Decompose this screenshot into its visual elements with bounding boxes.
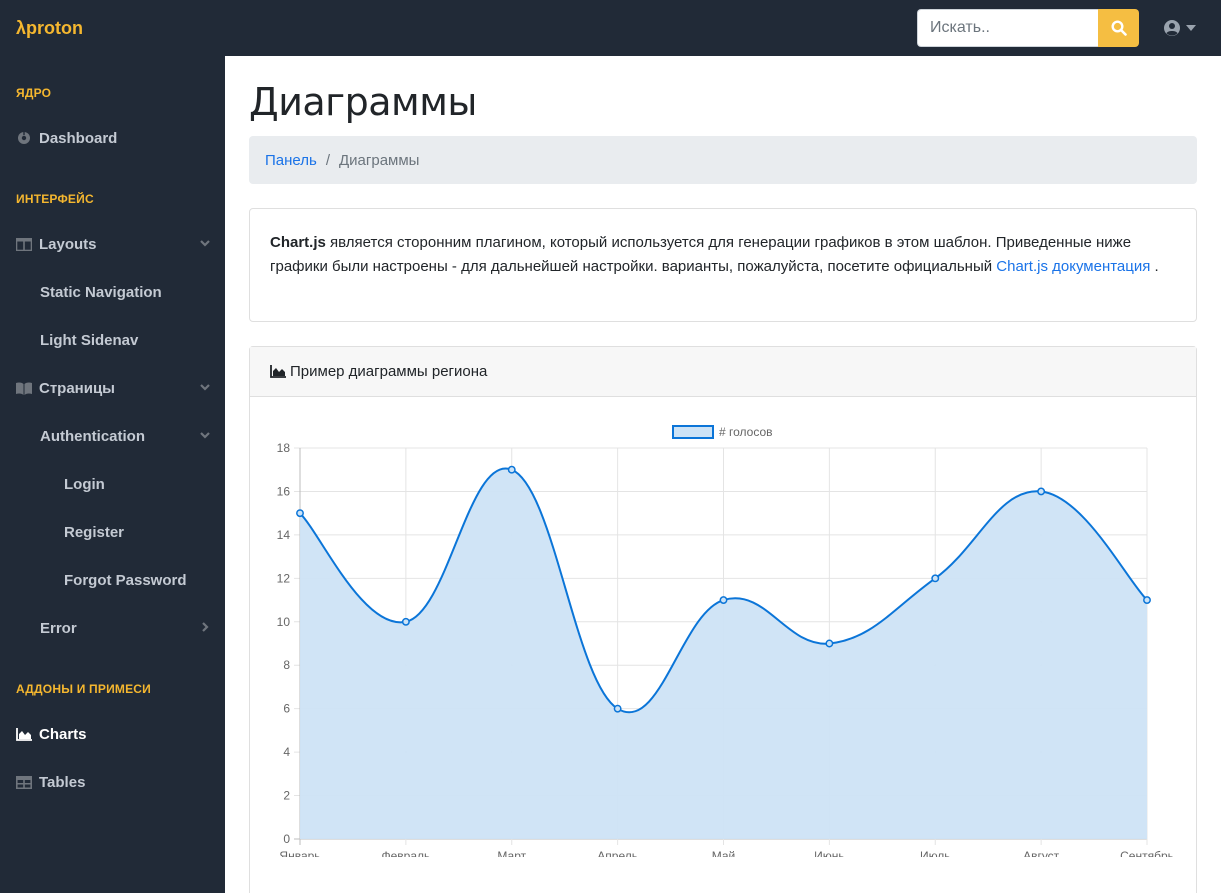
sidebar: ЯДРО Dashboard ИНТЕРФЕЙС Layouts Static … <box>0 56 225 893</box>
y-tick-label: 18 <box>277 441 291 455</box>
sidebar-item-pages[interactable]: Страницы <box>0 364 225 412</box>
sidebar-item-light-sidenav[interactable]: Light Sidenav <box>0 316 225 364</box>
sidebar-item-label: Страницы <box>39 379 115 397</box>
sidebar-item-register[interactable]: Register <box>0 508 225 556</box>
info-text-end: . <box>1150 258 1159 275</box>
legend-label: # голосов <box>719 425 773 439</box>
chevron-right-icon <box>202 622 209 632</box>
sidebar-heading-addons: АДДОНЫ И ПРИМЕСИ <box>16 682 151 696</box>
chevron-down-icon <box>200 432 210 439</box>
caret-down-icon <box>1186 25 1196 31</box>
search-form <box>917 9 1139 47</box>
sidebar-item-label: Authentication <box>40 427 145 445</box>
sidebar-item-tables[interactable]: Tables <box>0 758 225 806</box>
y-tick-label: 16 <box>277 484 291 498</box>
data-point <box>613 704 622 713</box>
chevron-down-icon <box>200 384 210 391</box>
y-tick-label: 2 <box>283 789 290 803</box>
chart-card-header: Пример диаграммы региона <box>250 347 1196 397</box>
chart-area-icon <box>270 365 286 378</box>
search-button[interactable] <box>1098 9 1139 47</box>
data-point <box>931 574 940 583</box>
info-card: Chart.js является сторонним плагином, ко… <box>249 208 1197 322</box>
sidebar-item-dashboard[interactable]: Dashboard <box>0 114 225 162</box>
sidebar-item-charts[interactable]: Charts <box>0 710 225 758</box>
sidebar-item-label: Login <box>64 475 105 493</box>
y-tick-label: 4 <box>283 745 290 759</box>
breadcrumb: Панель / Диаграммы <box>249 136 1197 184</box>
page-title: Диаграммы <box>249 80 477 124</box>
x-tick-label: Март <box>497 849 526 857</box>
x-tick-label: Июнь <box>814 849 845 857</box>
y-tick-label: 0 <box>283 832 290 846</box>
chart-area-icon <box>16 726 32 742</box>
data-point <box>296 509 304 518</box>
data-point <box>401 617 410 626</box>
sidebar-heading-interface: ИНТЕРФЕЙС <box>16 192 94 206</box>
breadcrumb-current: Диаграммы <box>339 151 420 169</box>
sidebar-item-layouts[interactable]: Layouts <box>0 220 225 268</box>
search-icon <box>1110 20 1127 36</box>
breadcrumb-separator: / <box>325 151 330 169</box>
data-point <box>507 465 516 474</box>
data-point <box>719 596 728 605</box>
sidebar-item-forgot-password[interactable]: Forgot Password <box>0 556 225 604</box>
chartjs-docs-link[interactable]: Chart.js документация <box>996 258 1150 275</box>
sidebar-item-label: Error <box>40 619 77 637</box>
x-tick-label: Август <box>1023 849 1060 857</box>
tachometer-icon <box>16 130 32 146</box>
chart-card: Пример диаграммы региона 0 2 4 6 8 10 12 14 16 18… <box>249 346 1197 893</box>
x-tick-label: Сентябрь <box>1120 849 1174 857</box>
y-tick-label: 12 <box>277 571 291 585</box>
data-point <box>1037 487 1046 496</box>
sidebar-item-label: Layouts <box>39 235 97 253</box>
x-tick-label: Июль <box>920 849 951 857</box>
area-chart: 0 2 4 6 8 10 12 14 16 18 Январь Февраль Март Апрель Ма… <box>277 425 1174 857</box>
sidebar-item-label: Register <box>64 523 125 541</box>
columns-icon <box>16 236 32 252</box>
data-point <box>825 639 834 648</box>
chart-card-title: Пример диаграммы региона <box>290 363 488 380</box>
sidebar-heading-core: ЯДРО <box>16 86 52 100</box>
x-tick-label: Февраль <box>381 849 430 857</box>
breadcrumb-link-panel[interactable]: Панель <box>265 152 317 169</box>
y-tick-label: 14 <box>277 528 291 542</box>
sidebar-item-label: Tables <box>39 773 86 791</box>
x-tick-label: Апрель <box>597 849 638 857</box>
sidebar-item-authentication[interactable]: Authentication <box>0 412 225 460</box>
info-strong: Chart.js <box>270 234 326 251</box>
book-open-icon <box>16 380 32 396</box>
chevron-down-icon <box>200 240 210 247</box>
legend-swatch <box>672 425 714 439</box>
x-tick-label: Январь <box>279 849 320 857</box>
y-tick-label: 10 <box>277 615 291 629</box>
sidebar-item-label: Light Sidenav <box>40 331 139 349</box>
sidebar-item-login[interactable]: Login <box>0 460 225 508</box>
sidebar-item-label: Dashboard <box>39 129 118 147</box>
brand-logo[interactable]: λproton <box>16 0 83 56</box>
sidebar-item-label: Charts <box>39 725 87 743</box>
y-tick-label: 8 <box>283 658 290 672</box>
y-tick-label: 6 <box>283 702 290 716</box>
sidebar-item-error[interactable]: Error <box>0 604 225 652</box>
sidebar-item-static-navigation[interactable]: Static Navigation <box>0 268 225 316</box>
table-icon <box>16 774 32 790</box>
search-input[interactable] <box>917 9 1098 47</box>
data-point <box>1143 596 1151 605</box>
sidebar-item-label: Forgot Password <box>64 571 187 589</box>
user-circle-icon <box>1164 20 1180 36</box>
top-navbar: λproton <box>0 0 1221 56</box>
sidebar-item-label: Static Navigation <box>40 283 162 301</box>
user-menu[interactable] <box>1163 18 1196 38</box>
x-tick-label: Май <box>712 849 736 857</box>
